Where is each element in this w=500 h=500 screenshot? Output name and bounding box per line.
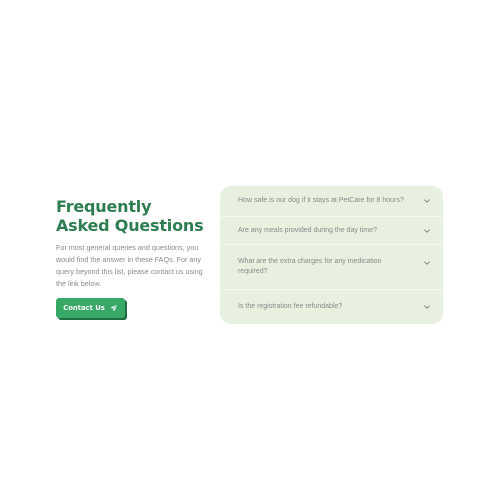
contact-us-button[interactable]: Contact Us [56,298,125,318]
faq-question: Are any meals provided during the day ti… [238,226,377,234]
chevron-down-icon[interactable] [423,197,431,205]
page-title: Frequently Asked Questions [56,197,204,235]
paper-plane-icon [110,304,118,312]
faq-item[interactable]: What are the extra charges for any medic… [220,245,443,290]
contact-us-label: Contact Us [63,304,105,312]
faq-intro: Frequently Asked Questions For most gene… [56,197,206,290]
faq-section: Frequently Asked Questions For most gene… [0,0,500,500]
faq-question: How safe is our dog if it stays at PetCa… [238,197,404,204]
chevron-down-icon[interactable] [423,303,431,311]
faq-item[interactable]: Are any meals provided during the day ti… [220,217,443,245]
faq-item[interactable]: Is the registration fee refundable? [220,290,443,323]
faq-question: What are the extra charges for any medic… [238,258,382,275]
faq-item[interactable]: How safe is our dog if it stays at PetCa… [220,186,443,217]
chevron-down-icon[interactable] [423,259,431,267]
faq-question: Is the registration fee refundable? [238,302,343,310]
faq-accordion: How safe is our dog if it stays at PetCa… [220,186,443,324]
intro-description: For most general queries and questions, … [56,243,203,288]
chevron-down-icon[interactable] [423,227,431,235]
